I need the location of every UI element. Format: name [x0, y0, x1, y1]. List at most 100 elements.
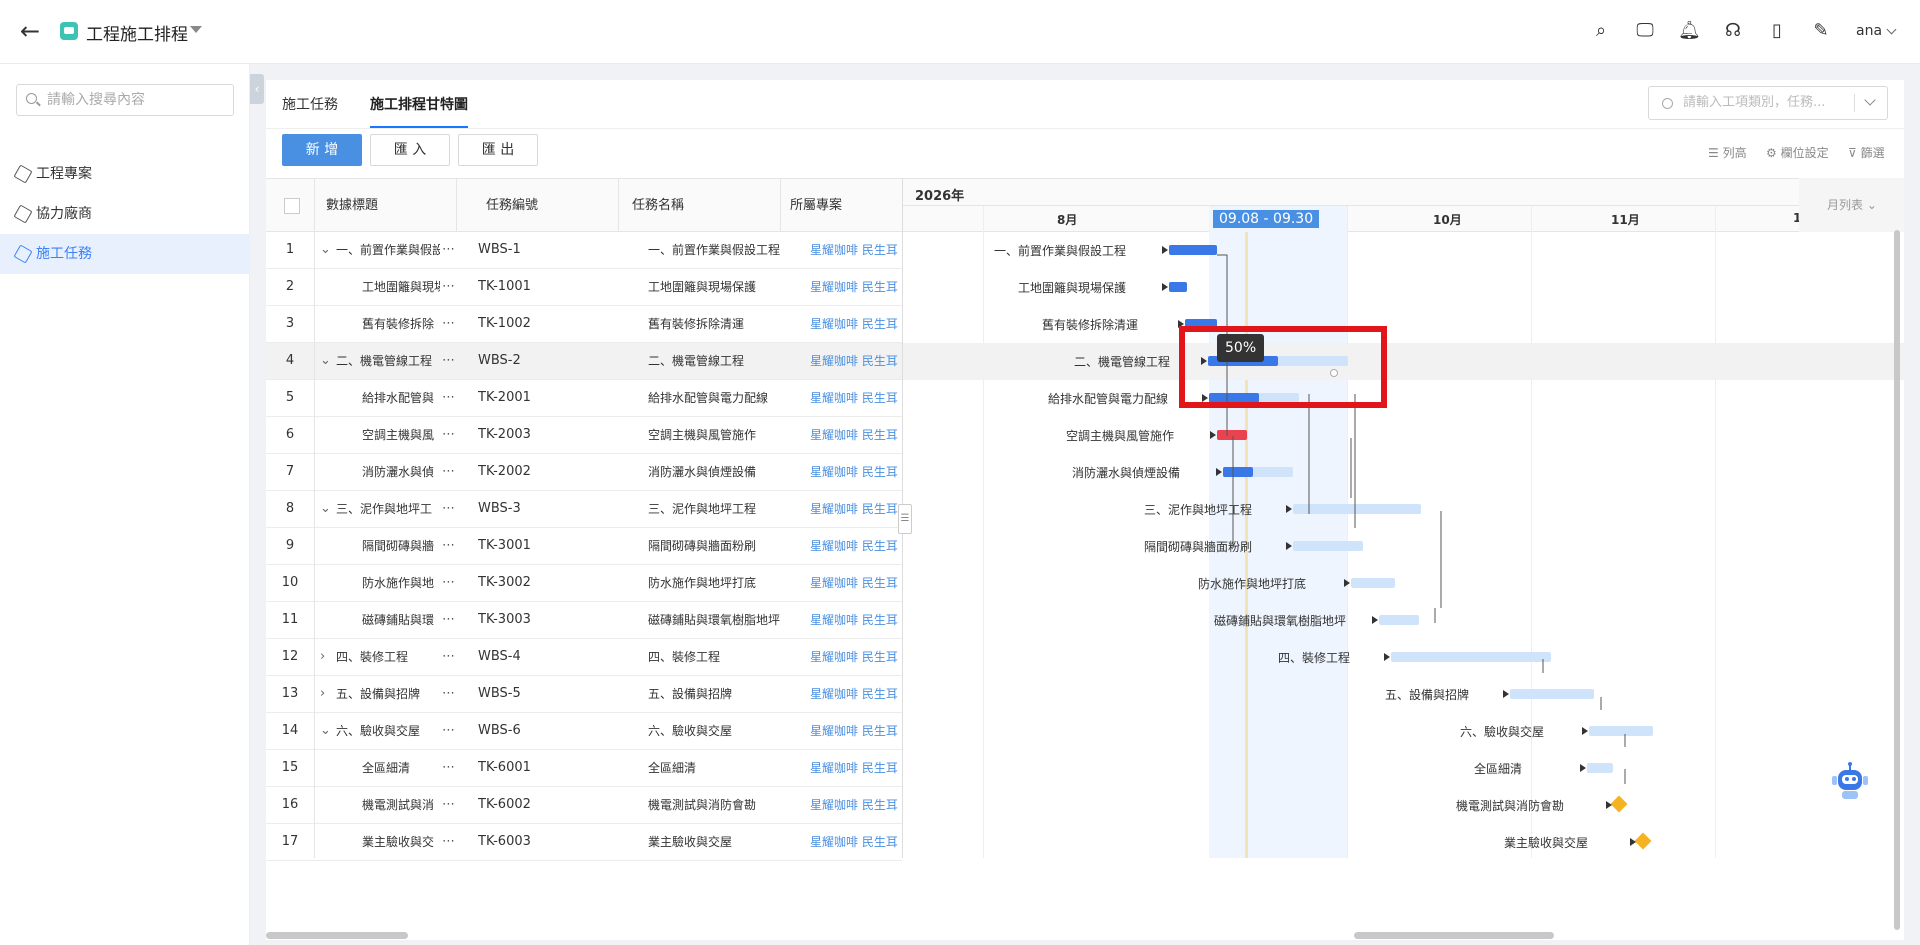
filter-button[interactable]: ⊽ 篩選: [1848, 144, 1885, 161]
column-header-project[interactable]: 所屬專案: [780, 178, 902, 232]
back-arrow-icon[interactable]: ←: [20, 18, 48, 46]
table-row[interactable]: 12 › 四、裝修工程 ⋯ WBS-4 四、裝修工程 星耀咖啡 民生耳: [266, 639, 902, 676]
gantt-bar-progress[interactable]: [1169, 245, 1217, 255]
sidebar-collapse-button[interactable]: ‹: [250, 74, 264, 104]
splitter-handle[interactable]: ☰: [898, 504, 912, 534]
tab-tasks[interactable]: 施工任務: [282, 94, 338, 114]
more-icon[interactable]: ⋯: [442, 232, 456, 268]
row-project-link[interactable]: 星耀咖啡 民生耳: [810, 639, 902, 675]
grid-horizontal-scrollbar[interactable]: [266, 932, 408, 939]
more-icon[interactable]: ⋯: [442, 454, 456, 490]
more-icon[interactable]: ⋯: [442, 417, 456, 453]
expand-toggle-icon[interactable]: ⌄: [320, 232, 334, 268]
expand-toggle-icon[interactable]: ⌄: [320, 713, 334, 749]
more-icon[interactable]: ⋯: [442, 676, 456, 712]
add-button[interactable]: 新 增: [282, 134, 362, 166]
row-project-link[interactable]: 星耀咖啡 民生耳: [810, 565, 902, 601]
row-project-link[interactable]: 星耀咖啡 民生耳: [810, 380, 902, 416]
table-row[interactable]: 7 消防灑水與偵 ⋯ TK-2002 消防灑水與偵煙設備 星耀咖啡 民生耳: [266, 454, 902, 491]
row-project-link[interactable]: 星耀咖啡 民生耳: [810, 750, 902, 786]
gantt-search-input[interactable]: 請輸入工項類別，任務...: [1648, 86, 1888, 120]
gantt-bar[interactable]: [1589, 726, 1653, 736]
sidebar-item-tasks[interactable]: 施工任務: [0, 234, 250, 274]
table-row[interactable]: 16 機電測試與消 ⋯ TK-6002 機電測試與消防會勘 星耀咖啡 民生耳: [266, 787, 902, 824]
row-project-link[interactable]: 星耀咖啡 民生耳: [810, 528, 902, 564]
milestone-marker[interactable]: [1634, 832, 1652, 850]
more-icon[interactable]: ⋯: [442, 343, 456, 379]
row-project-link[interactable]: 星耀咖啡 民生耳: [810, 232, 902, 268]
gantt-bar[interactable]: [1510, 689, 1594, 699]
app-title[interactable]: 工程施工排程: [86, 20, 188, 45]
table-row[interactable]: 1 ⌄ 一、前置作業與假設 ⋯ WBS-1 一、前置作業與假設工程 星耀咖啡 民生耳: [266, 232, 902, 269]
more-icon[interactable]: ⋯: [442, 306, 456, 342]
row-project-link[interactable]: 星耀咖啡 民生耳: [810, 454, 902, 490]
more-icon[interactable]: ⋯: [442, 528, 456, 564]
monitor-icon[interactable]: 🖵: [1634, 20, 1656, 42]
row-project-link[interactable]: 星耀咖啡 民生耳: [810, 676, 902, 712]
expand-toggle-icon[interactable]: ›: [320, 639, 334, 675]
expand-toggle-icon[interactable]: ⌄: [320, 343, 334, 379]
view-mode-select[interactable]: 月列表 ⌄: [1799, 178, 1904, 232]
column-header-title[interactable]: 數據標題: [314, 178, 456, 232]
table-row[interactable]: 17 業主驗收與交 ⋯ TK-6003 業主驗收與交屋 星耀咖啡 民生耳: [266, 824, 902, 861]
bell-icon[interactable]: 🔔︎: [1678, 20, 1701, 42]
table-row[interactable]: 8 ⌄ 三、泥作與地坪工 ⋯ WBS-3 三、泥作與地坪工程 星耀咖啡 民生耳: [266, 491, 902, 528]
headset-icon[interactable]: ☊: [1722, 20, 1744, 42]
gantt-bar-progress[interactable]: [1223, 467, 1253, 477]
more-icon[interactable]: ⋯: [442, 565, 456, 601]
row-project-link[interactable]: 星耀咖啡 民生耳: [810, 417, 902, 453]
expand-toggle-icon[interactable]: ⌄: [320, 491, 334, 527]
link-handle[interactable]: [1330, 369, 1338, 377]
row-height-button[interactable]: ☰ 列高: [1708, 144, 1747, 161]
search-icon[interactable]: ⌕: [1590, 20, 1612, 42]
row-project-link[interactable]: 星耀咖啡 民生耳: [810, 343, 902, 379]
field-settings-button[interactable]: ⚙ 欄位設定: [1766, 144, 1829, 161]
gantt-bar[interactable]: [1587, 763, 1613, 773]
row-project-link[interactable]: 星耀咖啡 民生耳: [810, 491, 902, 527]
app-switch-caret-icon[interactable]: [190, 26, 202, 33]
sidebar-item-partners[interactable]: 協力廠商: [0, 194, 250, 234]
user-name[interactable]: ana: [1856, 23, 1882, 39]
table-row[interactable]: 5 給排水配管與 ⋯ TK-2001 給排水配管與電力配線 星耀咖啡 民生耳: [266, 380, 902, 417]
gantt-bar-progress[interactable]: [1169, 282, 1187, 292]
gantt-bar[interactable]: [1379, 615, 1419, 625]
table-row[interactable]: 9 隔間砌磚與牆 ⋯ TK-3001 隔間砌磚與牆面粉刷 星耀咖啡 民生耳: [266, 528, 902, 565]
assistant-robot-icon[interactable]: [1828, 762, 1872, 802]
table-row[interactable]: 3 舊有裝修拆除 ⋯ TK-1002 舊有裝修拆除清運 星耀咖啡 民生耳: [266, 306, 902, 343]
sidebar-item-projects[interactable]: 工程專案: [0, 154, 250, 194]
row-project-link[interactable]: 星耀咖啡 民生耳: [810, 787, 902, 823]
milestone-marker[interactable]: [1610, 795, 1628, 813]
sidebar-search-input[interactable]: 請輸入搜尋內容: [16, 84, 234, 116]
expand-toggle-icon[interactable]: ›: [320, 676, 334, 712]
import-button[interactable]: 匯 入: [370, 134, 450, 166]
user-menu-caret-icon[interactable]: [1886, 24, 1897, 35]
gantt-vertical-scrollbar[interactable]: [1894, 230, 1900, 930]
gantt-bar[interactable]: [1293, 541, 1363, 551]
more-icon[interactable]: ⋯: [442, 380, 456, 416]
more-icon[interactable]: ⋯: [442, 787, 456, 823]
row-project-link[interactable]: 星耀咖啡 民生耳: [810, 713, 902, 749]
gantt-bar[interactable]: [1351, 578, 1395, 588]
row-project-link[interactable]: 星耀咖啡 民生耳: [810, 306, 902, 342]
gantt-bar[interactable]: [1293, 504, 1421, 514]
book-icon[interactable]: ▯: [1766, 20, 1788, 42]
table-row[interactable]: 13 › 五、設備與招牌 ⋯ WBS-5 五、設備與招牌 星耀咖啡 民生耳: [266, 676, 902, 713]
table-row[interactable]: 15 全區細清 ⋯ TK-6001 全區細清 星耀咖啡 民生耳: [266, 750, 902, 787]
gantt-bar[interactable]: [1391, 652, 1551, 662]
select-all-checkbox[interactable]: [284, 198, 300, 214]
table-row[interactable]: 14 ⌄ 六、驗收與交屋 ⋯ WBS-6 六、驗收與交屋 星耀咖啡 民生耳: [266, 713, 902, 750]
row-project-link[interactable]: 星耀咖啡 民生耳: [810, 269, 902, 305]
table-row[interactable]: 6 空調主機與風 ⋯ TK-2003 空調主機與風管施作 星耀咖啡 民生耳: [266, 417, 902, 454]
column-header-code[interactable]: 任務編號: [456, 178, 618, 232]
more-icon[interactable]: ⋯: [442, 713, 456, 749]
table-row[interactable]: 4 ⌄ 二、機電管線工程 ⋯ WBS-2 二、機電管線工程 星耀咖啡 民生耳: [266, 343, 902, 380]
tab-gantt[interactable]: 施工排程甘特圖: [370, 94, 468, 128]
user-edit-icon[interactable]: ✎: [1810, 20, 1832, 42]
export-button[interactable]: 匯 出: [458, 134, 538, 166]
more-icon[interactable]: ⋯: [442, 750, 456, 786]
column-header-name[interactable]: 任務名稱: [618, 178, 780, 232]
gantt-bar-progress[interactable]: [1217, 430, 1247, 440]
more-icon[interactable]: ⋯: [442, 824, 456, 860]
more-icon[interactable]: ⋯: [442, 491, 456, 527]
table-row[interactable]: 2 工地圍籬與現場 ⋯ TK-1001 工地圍籬與現場保護 星耀咖啡 民生耳: [266, 269, 902, 306]
